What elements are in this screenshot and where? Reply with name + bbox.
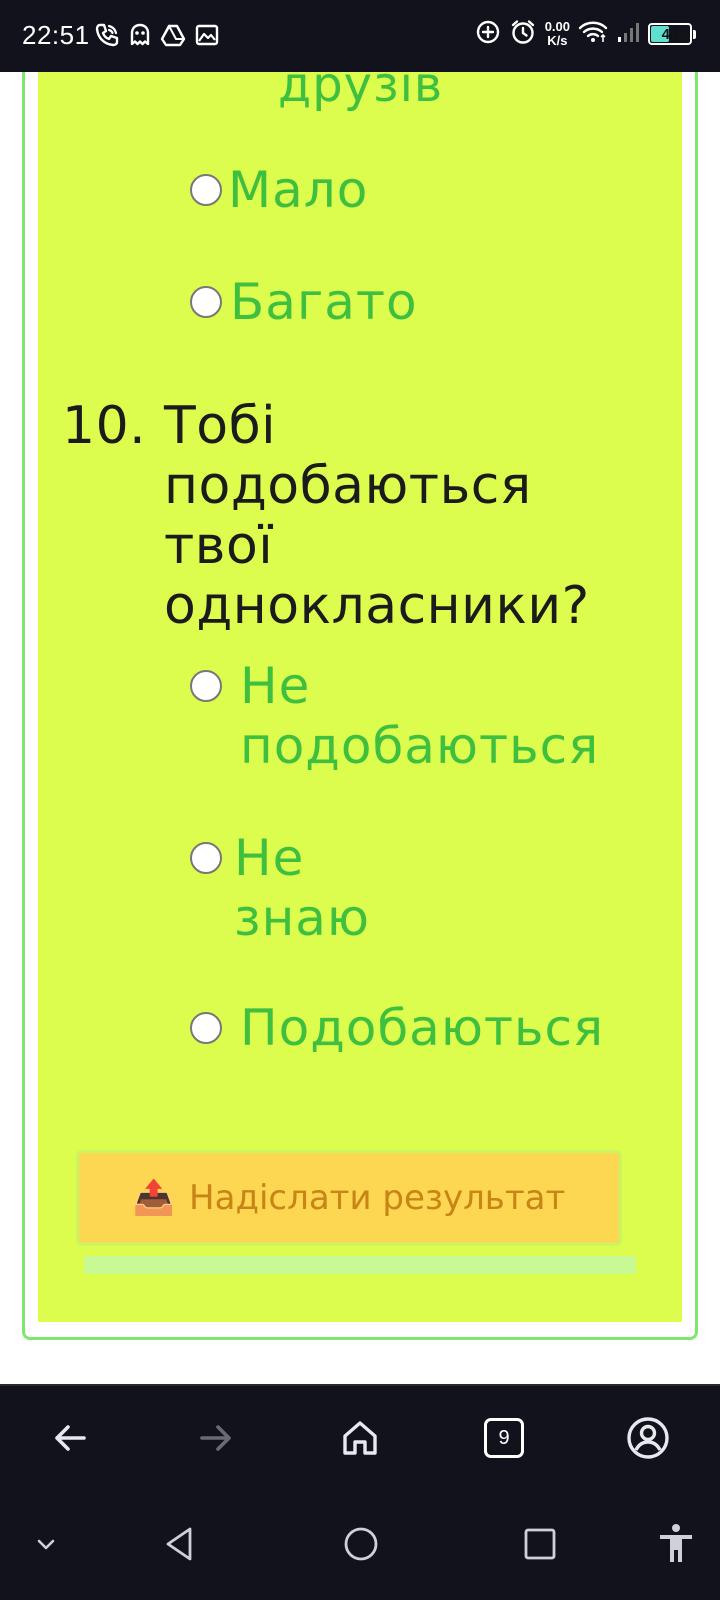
question-text: Тобі подобаються твої однокласники? [164, 396, 590, 636]
system-nav-bar [0, 1488, 720, 1600]
option-ne-podobaiutsia[interactable]: Не подобаються [190, 656, 640, 776]
back-triangle-icon[interactable] [152, 1516, 208, 1572]
radio-button[interactable] [190, 1012, 222, 1044]
web-page: друзів Мало Багато 10. Тобі подобаються … [0, 72, 720, 1384]
home-icon[interactable] [332, 1410, 388, 1466]
drive-icon [160, 22, 186, 52]
question-10: 10. Тобі подобаються твої однокласники? [62, 396, 624, 636]
signal-icon [616, 20, 640, 48]
option-label[interactable]: Мало [228, 160, 368, 220]
ghost-icon [128, 22, 152, 52]
option-label[interactable]: Багато [230, 272, 418, 332]
submit-button-label: Надіслати результат [189, 1178, 566, 1218]
battery-tip [693, 29, 696, 39]
phone-call-icon [94, 22, 120, 52]
home-circle-icon[interactable] [333, 1516, 389, 1572]
question-number: 10. [62, 396, 147, 456]
option-label[interactable]: Не знаю [234, 828, 384, 948]
quiz-card: друзів Мало Багато 10. Тобі подобаються … [38, 72, 682, 1322]
tab-switcher-icon[interactable]: 9 [476, 1410, 532, 1466]
tab-count: 9 [484, 1418, 524, 1458]
radio-button[interactable] [190, 174, 222, 206]
network-speed-value: 0.00 [544, 19, 570, 34]
network-speed-unit: K/s [547, 33, 568, 48]
question-9-text-tail: друзів [278, 72, 444, 113]
status-time: 22:51 [22, 20, 90, 50]
result-output-area [84, 1256, 636, 1274]
data-saver-icon [475, 19, 501, 49]
option-malo[interactable]: Мало [190, 160, 368, 220]
radio-button[interactable] [190, 286, 222, 318]
outbox-tray-icon: 📤 [132, 1178, 176, 1218]
option-ne-znaiu[interactable]: Не знаю [190, 828, 384, 948]
network-speed: 0.00 K/s [545, 20, 570, 48]
notification-icons [94, 22, 220, 52]
account-icon[interactable] [620, 1410, 676, 1466]
back-arrow-icon[interactable] [42, 1410, 98, 1466]
option-label[interactable]: Не подобаються [240, 656, 640, 776]
battery-indicator: 44 [648, 23, 696, 45]
forward-arrow-icon[interactable] [188, 1410, 244, 1466]
status-bar: 22:51 0.00 K/s 44 [0, 0, 720, 72]
alarm-icon [509, 18, 537, 50]
option-bahato[interactable]: Багато [190, 272, 418, 332]
option-podobaiutsia[interactable]: Подобаються [190, 998, 604, 1058]
system-status-icons: 0.00 K/s 44 [475, 18, 696, 50]
accessibility-icon[interactable] [648, 1516, 704, 1572]
collapse-chevron-icon[interactable] [18, 1516, 74, 1572]
browser-toolbar: 9 [0, 1384, 720, 1488]
battery-level: 44 [661, 25, 679, 43]
option-label[interactable]: Подобаються [240, 998, 604, 1058]
submit-result-button[interactable]: 📤 Надіслати результат [76, 1150, 622, 1246]
wifi-icon [578, 20, 608, 48]
gallery-icon [194, 22, 220, 52]
recents-square-icon[interactable] [512, 1516, 568, 1572]
radio-button[interactable] [190, 842, 222, 874]
battery-icon: 44 [648, 23, 692, 45]
radio-button[interactable] [190, 670, 222, 702]
